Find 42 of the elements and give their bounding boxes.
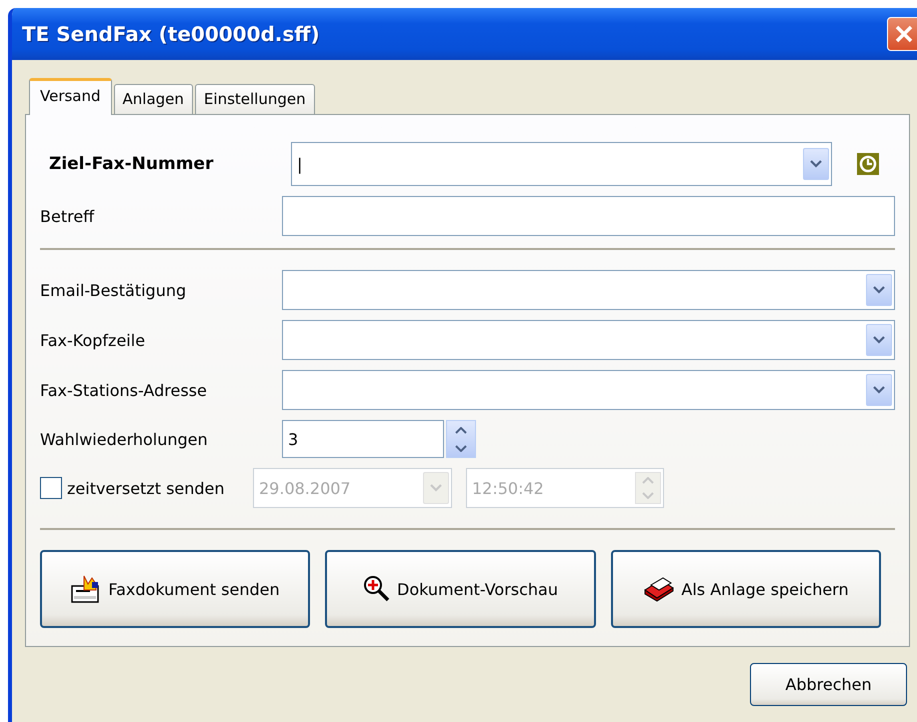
tab[interactable]: Versand bbox=[29, 78, 112, 115]
input-field[interactable]: | bbox=[297, 154, 803, 174]
dropdown-button[interactable] bbox=[866, 274, 892, 306]
cancel-button[interactable]: Abbrechen bbox=[750, 663, 907, 706]
field-label: Email-Bestätigung bbox=[40, 280, 188, 300]
number-field[interactable]: 3 bbox=[282, 420, 444, 458]
close-button[interactable] bbox=[887, 17, 917, 51]
clock-icon[interactable] bbox=[856, 152, 880, 176]
dropdown-button[interactable] bbox=[866, 324, 892, 356]
field-label: Wahlwiederholungen bbox=[40, 430, 209, 448]
combo-field[interactable] bbox=[282, 320, 895, 360]
field-label: Fax-Stations-Adresse bbox=[40, 380, 208, 400]
chevron-down-icon bbox=[873, 286, 885, 294]
field-label: Betreff bbox=[40, 206, 96, 226]
combo-field[interactable]: | bbox=[291, 142, 832, 186]
action-button[interactable]: Als Anlage speichern bbox=[611, 550, 881, 628]
field-label: Fax-Kopfzeile bbox=[40, 330, 146, 350]
combo-field[interactable] bbox=[282, 370, 895, 410]
tab[interactable]: Einstellungen bbox=[194, 84, 315, 115]
action-button[interactable]: Faxdokument senden bbox=[40, 550, 310, 628]
arrow-down-icon bbox=[642, 492, 654, 499]
arrow-up-icon bbox=[642, 477, 654, 484]
window-title: TE SendFax (te00000d.sff) bbox=[22, 22, 320, 46]
chevron-down-icon bbox=[873, 336, 885, 344]
arrow-up-icon bbox=[455, 426, 467, 434]
chevron-down-icon bbox=[873, 386, 885, 394]
action-button[interactable]: Dokument-Vorschau bbox=[325, 550, 596, 628]
tray-icon bbox=[643, 576, 676, 602]
chevron-down-icon bbox=[810, 160, 822, 168]
field-label: Ziel-Fax-Nummer bbox=[48, 154, 214, 174]
spinner-button[interactable] bbox=[446, 420, 476, 458]
magnifier-icon bbox=[363, 575, 391, 603]
arrow-down-icon bbox=[455, 444, 467, 452]
chevron-down-icon bbox=[430, 484, 442, 492]
checkbox-label[interactable]: zeitversetzt senden bbox=[67, 478, 253, 498]
close-icon bbox=[895, 25, 913, 43]
combo-field[interactable] bbox=[282, 270, 895, 310]
input-field[interactable] bbox=[282, 196, 895, 236]
dropdown-button[interactable] bbox=[866, 374, 892, 406]
dropdown-button[interactable] bbox=[803, 148, 829, 180]
checkbox[interactable] bbox=[40, 477, 62, 499]
tab[interactable]: Anlagen bbox=[114, 84, 193, 115]
